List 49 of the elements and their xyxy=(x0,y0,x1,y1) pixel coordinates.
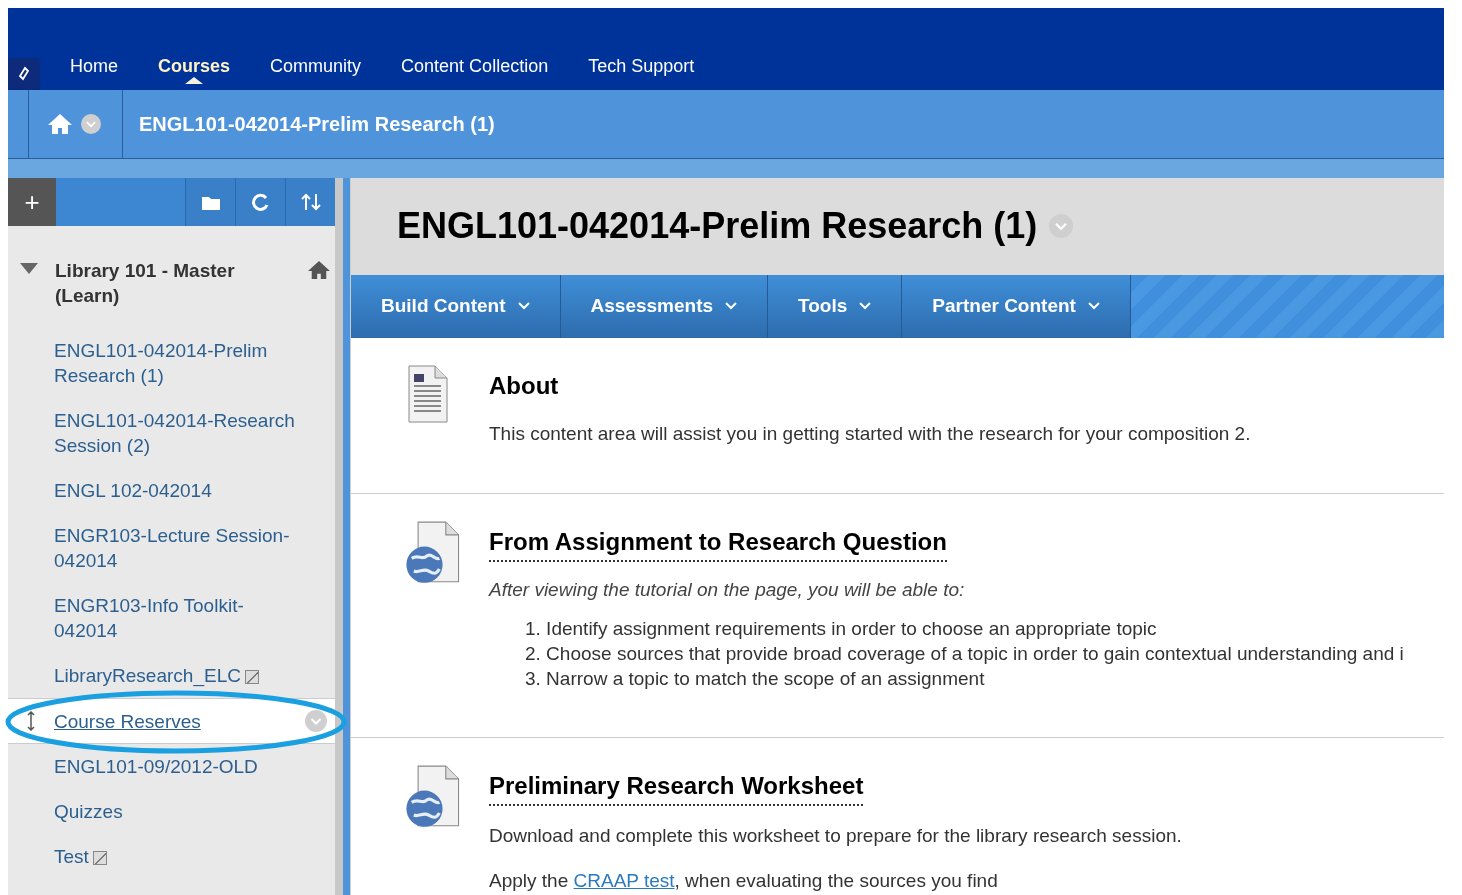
link-icon-button[interactable] xyxy=(8,58,40,90)
menu-link[interactable]: LibraryResearch_ELC xyxy=(54,663,304,688)
chevron-down-icon xyxy=(1087,302,1100,311)
item-intro: After viewing the tutorial on the page, you will be able to: xyxy=(489,577,966,602)
hidden-item-icon xyxy=(244,670,259,684)
drag-handle-icon[interactable] xyxy=(27,711,35,731)
menu-link[interactable]: ENGR103-Lecture Session-042014 xyxy=(54,523,304,573)
item-title[interactable]: Preliminary Research Worksheet xyxy=(489,768,864,806)
craap-test-link[interactable]: CRAAP test xyxy=(573,869,675,891)
item-title: About xyxy=(489,371,559,402)
item-description: Apply the CRAAP test, when evaluating the sources you find xyxy=(489,868,999,893)
nav-tab[interactable]: Tech Support xyxy=(588,53,695,80)
action-menu-button[interactable]: Build Content xyxy=(351,274,561,339)
nav-tab[interactable]: Content Collection xyxy=(401,53,549,80)
menu-link[interactable]: Test xyxy=(54,844,304,869)
home-icon[interactable] xyxy=(47,113,73,135)
chevron-down-icon xyxy=(725,302,738,311)
toolbar-button[interactable] xyxy=(285,178,335,226)
action-menu-button[interactable]: Partner Content xyxy=(902,274,1131,339)
toolbar-button[interactable] xyxy=(185,178,235,226)
chevron-down-icon xyxy=(859,302,872,311)
menu-link[interactable]: ENGL101-042014-Research Session (2) xyxy=(54,408,304,458)
item-description: This content area will assist you in getting started with the research for your composition 2. xyxy=(489,422,1251,447)
objective-list-item: 2. Choose sources that provide broad coverage of a topic in order to gain contextual understanding and i xyxy=(525,642,1404,667)
breadcrumb-title: ENGL101-042014-Prelim Research (1) xyxy=(138,112,495,137)
menu-link[interactable]: ENGR103-Info Toolkit-042014 xyxy=(54,593,304,643)
menu-link[interactable]: ENGL 102-042014 xyxy=(54,478,304,503)
objective-list-item: 1. Identify assignment requirements in order to choose an appropriate topic xyxy=(525,617,1158,642)
page-title: ENGL101-042014-Prelim Research (1) xyxy=(397,204,1038,249)
link-icon xyxy=(17,66,31,82)
menu-link[interactable]: ENGL101-09/2012-OLD xyxy=(54,754,304,779)
home-icon xyxy=(307,260,331,280)
sort-icon xyxy=(299,192,322,212)
course-title: Library 101 - Master (Learn) xyxy=(55,259,236,308)
action-menu-button[interactable]: Tools xyxy=(768,274,903,339)
hidden-item-icon xyxy=(92,851,107,865)
action-menu-button[interactable]: Assessments xyxy=(560,274,769,339)
objective-list-item: 3. Narrow a topic to match the scope of an assignment xyxy=(525,667,986,692)
expand-triangle-icon[interactable] xyxy=(20,263,38,274)
menu-link[interactable]: ENGL101-042014-Prelim Research (1) xyxy=(54,338,304,388)
circle-chevron-icon[interactable] xyxy=(81,114,101,134)
item-description: Download and complete this worksheet to prepare for the library research session. xyxy=(489,824,1182,848)
nav-tab[interactable]: Home xyxy=(70,53,118,80)
add-menu-item-button[interactable]: + xyxy=(8,178,56,226)
menu-link[interactable]: Quizzes xyxy=(54,799,304,824)
toolbar-button[interactable] xyxy=(235,178,285,226)
chevron-down-icon xyxy=(517,302,530,311)
item-title[interactable]: From Assignment to Research Question xyxy=(489,523,947,562)
nav-tab[interactable]: Community xyxy=(270,53,362,80)
